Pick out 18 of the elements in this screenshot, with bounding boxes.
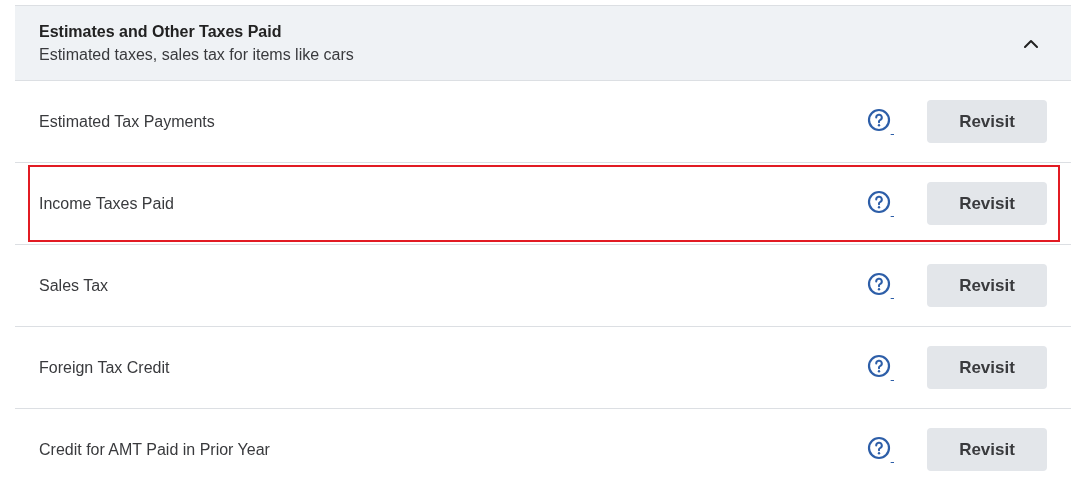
revisit-button[interactable]: Revisit xyxy=(927,182,1047,225)
help-icon xyxy=(866,107,891,132)
revisit-button[interactable]: Revisit xyxy=(927,428,1047,471)
row-label: Income Taxes Paid xyxy=(39,194,175,213)
help-icon xyxy=(866,353,891,378)
row-label: Sales Tax xyxy=(39,276,110,295)
revisit-button[interactable]: Revisit xyxy=(927,346,1047,389)
help-icon xyxy=(866,271,891,296)
row-label: Credit for AMT Paid in Prior Year xyxy=(39,440,271,459)
chevron-icon xyxy=(1024,38,1038,48)
revisit-button[interactable]: Revisit xyxy=(927,100,1047,143)
section-title: Estimates and Other Taxes Paid xyxy=(39,22,283,41)
help-icon xyxy=(866,189,891,214)
help-icon xyxy=(866,435,891,460)
revisit-button[interactable]: Revisit xyxy=(927,264,1047,307)
row-label: Estimated Tax Payments xyxy=(39,112,216,131)
section-subtitle: Estimated taxes, sales tax for items like cars xyxy=(39,45,355,64)
row-label: Foreign Tax Credit xyxy=(39,358,171,377)
